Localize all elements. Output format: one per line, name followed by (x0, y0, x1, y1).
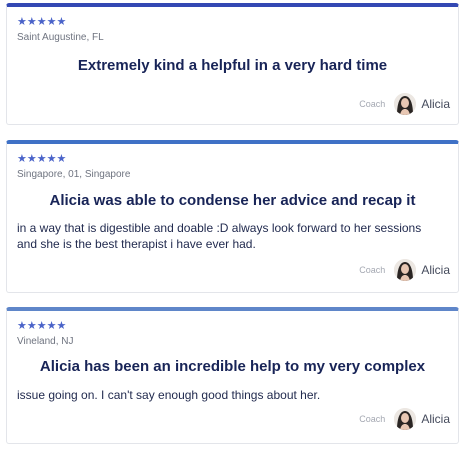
coach-info: Coach Alicia (359, 93, 450, 115)
coach-name: Alicia (421, 412, 450, 426)
coach-label: Coach (359, 99, 386, 109)
reviewer-location: Vineland, NJ (17, 336, 74, 347)
review-headline: Extremely kind a helpful in a very hard … (77, 57, 388, 74)
coach-info: Coach Alicia (359, 259, 450, 281)
rating-stars: ★★★★★ (17, 153, 67, 165)
avatar (394, 408, 417, 430)
coach-name: Alicia (421, 97, 450, 111)
review-card: ★★★★★ Singapore, 01, Singapore Alicia wa… (6, 140, 459, 293)
rating-stars: ★★★★★ (17, 16, 67, 28)
reviewer-location: Saint Augustine, FL (17, 32, 104, 43)
review-card: ★★★★★ Vineland, NJ Alicia has been an in… (6, 307, 459, 444)
review-body: in a way that is digestible and doable :… (17, 221, 422, 251)
review-headline: Alicia has been an incredible help to my… (39, 358, 426, 375)
review-card: ★★★★★ Saint Augustine, FL Extremely kind… (6, 3, 459, 125)
avatar (394, 93, 417, 115)
review-headline: Alicia was able to condense her advice a… (49, 192, 416, 209)
coach-info: Coach Alicia (359, 408, 450, 430)
coach-name: Alicia (421, 263, 450, 277)
rating-stars: ★★★★★ (17, 320, 67, 332)
review-body: issue going on. I can't say enough good … (17, 388, 321, 402)
avatar (394, 259, 417, 281)
coach-label: Coach (359, 265, 386, 275)
coach-label: Coach (359, 414, 386, 424)
reviewer-location: Singapore, 01, Singapore (17, 169, 131, 180)
